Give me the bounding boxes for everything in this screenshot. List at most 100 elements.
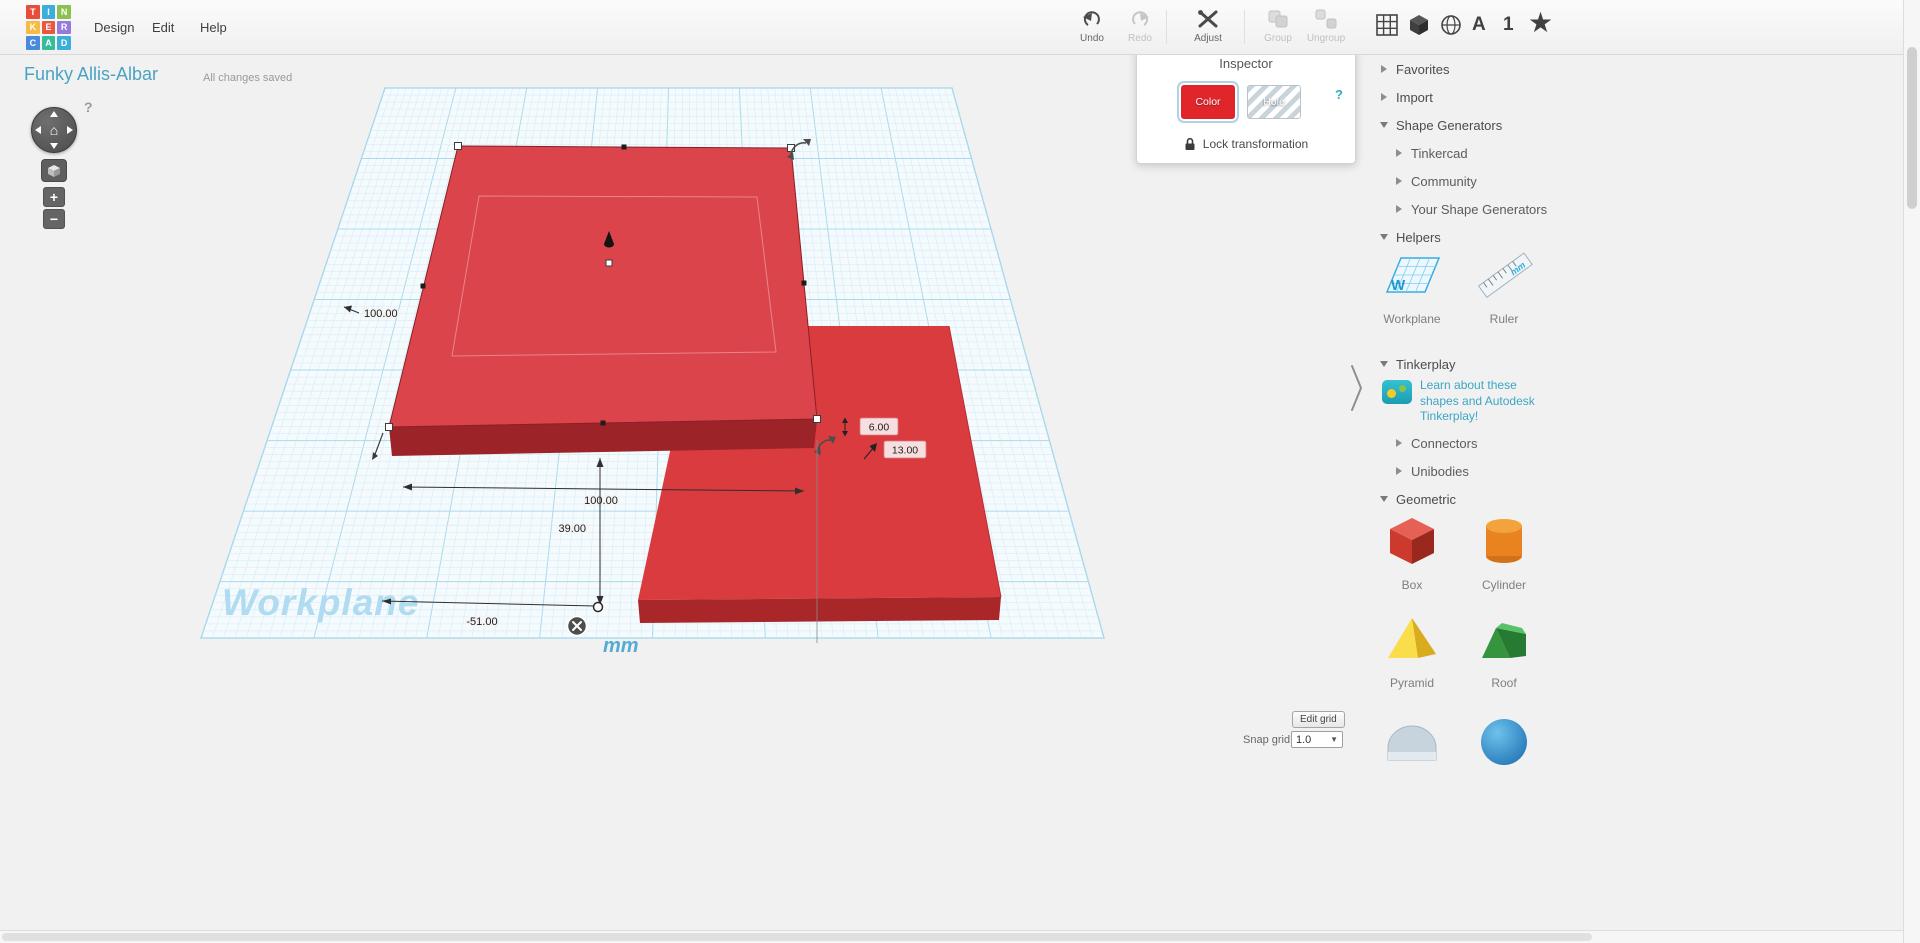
shape-tile-half-cylinder[interactable] xyxy=(1374,712,1450,775)
logo-tile: C xyxy=(26,36,40,50)
redo-icon xyxy=(1112,7,1168,31)
number-tool-icon[interactable]: 1 xyxy=(1503,14,1514,36)
fit-view-button[interactable] xyxy=(41,159,67,182)
menu-edit[interactable]: Edit xyxy=(140,0,186,54)
panel-item-connectors[interactable]: Connectors xyxy=(1368,431,1578,455)
shape-tile-box[interactable]: Box xyxy=(1374,512,1450,592)
snap-grid-select[interactable]: 1.0 ▼ xyxy=(1291,731,1343,748)
helper-ruler-tile[interactable]: mm Ruler xyxy=(1466,246,1542,326)
panel-item-tinkercad[interactable]: Tinkercad xyxy=(1368,141,1578,165)
svg-text:W: W xyxy=(1391,277,1406,294)
box-shape-icon xyxy=(1390,518,1434,564)
panel-collapse-handle[interactable] xyxy=(1349,362,1365,414)
chevron-down-icon: ▼ xyxy=(1330,735,1338,744)
app-root: T I N K E R C A D Design Edit Help Undo … xyxy=(0,0,1920,943)
lock-transformation-toggle[interactable]: Lock transformation xyxy=(1137,137,1355,151)
inspector-help[interactable]: ? xyxy=(1335,87,1343,102)
zoom-out-button[interactable]: − xyxy=(43,209,65,229)
logo-tile: N xyxy=(57,5,71,19)
panel-item-community[interactable]: Community xyxy=(1368,169,1578,193)
toolbar-divider xyxy=(1166,10,1167,44)
scale-handle-corner[interactable] xyxy=(813,415,821,423)
cube-icon[interactable] xyxy=(1408,14,1430,41)
panel-section-tinkerplay[interactable]: Tinkerplay xyxy=(1368,352,1578,376)
collapsed-triangle-icon xyxy=(1396,149,1402,157)
scale-handle-corner[interactable] xyxy=(454,142,462,150)
shape-tile-cylinder[interactable]: Cylinder xyxy=(1466,512,1542,592)
save-status: All changes saved xyxy=(203,72,293,84)
panel-section-import[interactable]: Import xyxy=(1368,85,1578,109)
expanded-triangle-icon xyxy=(1380,496,1388,502)
height-b-field[interactable]: 13.00 xyxy=(892,445,918,457)
origin-handle[interactable] xyxy=(592,601,604,613)
collapsed-triangle-icon xyxy=(1396,205,1402,213)
3d-viewport[interactable]: Workplane 100.00 39.00 -51.00 100.00 6.0… xyxy=(0,55,1368,930)
shape-tile-roof[interactable]: Roof xyxy=(1466,610,1542,690)
panel-section-shape-generators[interactable]: Shape Generators xyxy=(1368,113,1578,137)
dim-depth: 39.00 xyxy=(558,523,586,535)
unit-label: mm xyxy=(603,635,639,657)
view-compass[interactable]: ⌂ xyxy=(31,107,77,153)
toolbar-divider xyxy=(1244,10,1245,44)
tinkercad-logo[interactable]: T I N K E R C A D xyxy=(26,5,71,50)
cylinder-shape-icon xyxy=(1486,519,1522,563)
edit-grid-button[interactable]: Edit grid xyxy=(1292,711,1345,728)
menu-design[interactable]: Design xyxy=(82,0,146,54)
tinkerplay-icon xyxy=(1382,380,1412,404)
shape-tile-sphere[interactable] xyxy=(1466,712,1542,775)
logo-tile: T xyxy=(26,5,40,19)
logo-tile: E xyxy=(41,20,56,35)
expanded-triangle-icon xyxy=(1380,361,1388,367)
shape-tile-pyramid[interactable]: Pyramid xyxy=(1374,610,1450,690)
logo-tile: K xyxy=(26,20,40,35)
globe-icon[interactable] xyxy=(1440,14,1462,41)
horizontal-scrollbar-track[interactable] xyxy=(0,930,1903,943)
scale-handle-edge[interactable] xyxy=(600,420,606,426)
scale-handle-edge[interactable] xyxy=(801,280,807,286)
collapsed-triangle-icon xyxy=(1396,467,1402,475)
shape-box-large[interactable] xyxy=(388,145,818,456)
adjust-button[interactable]: Adjust xyxy=(1180,7,1236,44)
roof-shape-icon xyxy=(1482,623,1526,658)
helper-workplane-tile[interactable]: W Workplane xyxy=(1374,246,1450,326)
color-swatch[interactable]: Color xyxy=(1181,85,1235,119)
grid-view-icon[interactable] xyxy=(1376,14,1398,41)
dim-left-width: 100.00 xyxy=(364,308,398,320)
collapsed-triangle-icon xyxy=(1381,65,1387,73)
ungroup-button[interactable]: Ungroup xyxy=(1298,7,1354,44)
scale-handle-corner[interactable] xyxy=(385,423,393,431)
logo-tile: A xyxy=(41,36,56,50)
ungroup-icon xyxy=(1298,7,1354,31)
height-handle[interactable] xyxy=(605,259,613,267)
lock-icon xyxy=(1185,137,1195,150)
expanded-triangle-icon xyxy=(1380,234,1388,240)
inspector-panel: Inspector Color Hole ? Lock transformati… xyxy=(1136,48,1356,164)
pyramid-shape-icon xyxy=(1388,618,1436,658)
tinkerplay-learn-link[interactable]: Learn about these shapes and Autodesk Ti… xyxy=(1420,378,1554,425)
scale-handle-edge[interactable] xyxy=(621,144,627,150)
text-tool-icon[interactable]: A xyxy=(1472,14,1486,36)
hole-swatch[interactable]: Hole xyxy=(1247,85,1301,119)
half-cylinder-shape-icon xyxy=(1387,725,1437,761)
vertical-scrollbar-thumb[interactable] xyxy=(1907,47,1917,209)
panel-item-unibodies[interactable]: Unibodies xyxy=(1368,459,1578,483)
viewcube-help[interactable]: ? xyxy=(84,99,93,115)
home-view-icon[interactable]: ⌂ xyxy=(32,108,76,152)
vertical-scrollbar-track[interactable] xyxy=(1903,0,1920,943)
dim-offset-x: -51.00 xyxy=(466,616,497,628)
horizontal-scrollbar-thumb[interactable] xyxy=(2,933,1592,941)
zoom-in-button[interactable]: + xyxy=(43,187,65,207)
dismiss-ruler-button[interactable] xyxy=(566,615,588,637)
panel-section-geometric[interactable]: Geometric xyxy=(1368,487,1578,511)
logo-tile: I xyxy=(41,5,56,19)
panel-item-your-shape-generators[interactable]: Your Shape Generators xyxy=(1368,197,1578,221)
redo-button[interactable]: Redo xyxy=(1112,7,1168,44)
top-bar: T I N K E R C A D Design Edit Help Undo … xyxy=(0,0,1920,55)
ruler-helper-icon: mm xyxy=(1477,252,1533,299)
height-a-field[interactable]: 6.00 xyxy=(869,422,890,434)
favorites-star-icon[interactable]: ★ xyxy=(1528,6,1553,39)
panel-section-favorites[interactable]: Favorites xyxy=(1368,57,1578,81)
scale-handle-edge[interactable] xyxy=(420,283,426,289)
design-title[interactable]: Funky Allis-Albar xyxy=(24,64,158,85)
menu-help[interactable]: Help xyxy=(188,0,239,54)
